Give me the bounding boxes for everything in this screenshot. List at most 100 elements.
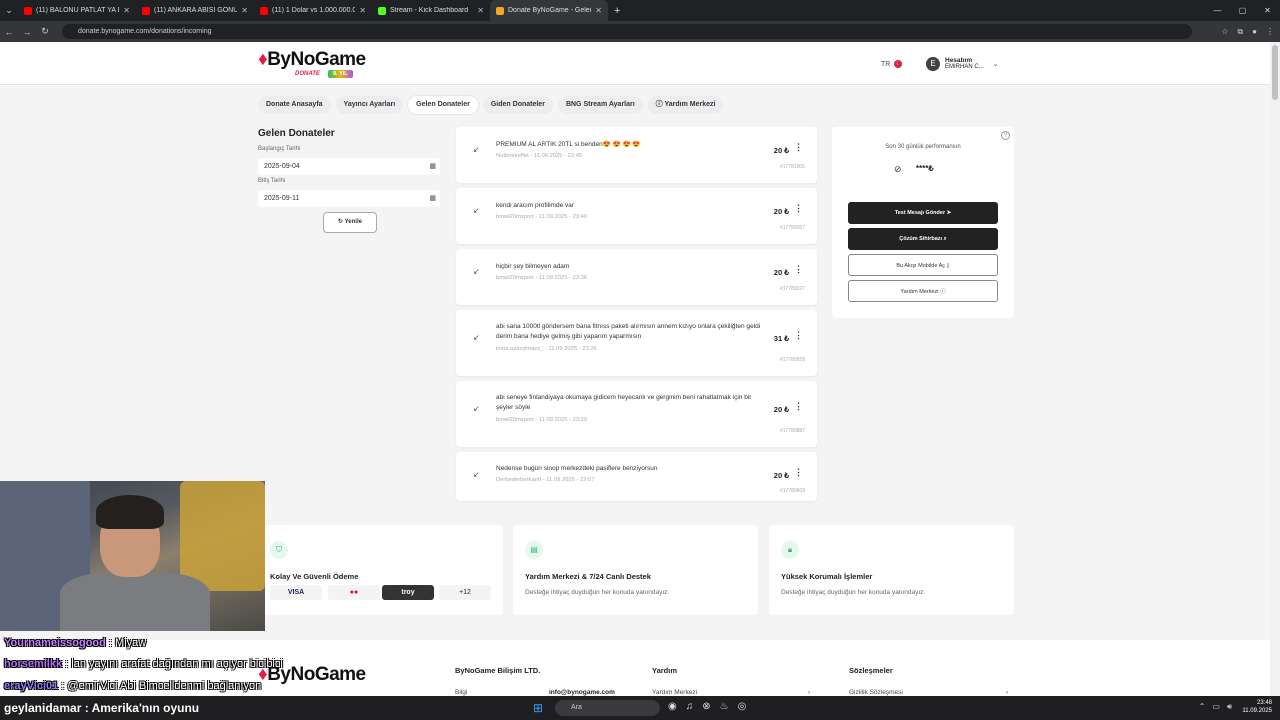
start-date-field[interactable]: 2025-09-04 ▦ xyxy=(258,158,440,175)
bynogame-logo[interactable]: ♦ByNoGame xyxy=(258,49,366,71)
window-controls: — ▢ ✕ xyxy=(1205,0,1280,21)
close-icon[interactable]: ✕ xyxy=(241,6,248,15)
footer-info-label: Bilgi xyxy=(455,689,468,696)
chevron-down-icon: ⌄ xyxy=(992,61,999,68)
calendar-icon[interactable]: ▦ xyxy=(429,190,436,207)
maximize-icon[interactable]: ▢ xyxy=(1230,0,1255,21)
refresh-label: Yenile xyxy=(344,219,362,225)
more-options-icon[interactable]: ⋮ xyxy=(794,401,803,412)
tray-expand-icon[interactable]: ⌃ xyxy=(1199,702,1206,712)
more-options-icon[interactable]: ⋮ xyxy=(794,330,803,341)
chat-username: Yournameissogood xyxy=(4,637,106,649)
browser-tab-4[interactable]: Stream - Kick Dashboard ✕ xyxy=(372,0,490,21)
page-title: Gelen Donateler xyxy=(258,128,335,139)
button-label: Yardım Merkezi xyxy=(900,289,939,295)
help-center-button[interactable]: Yardım Merkezi ⓘ xyxy=(848,280,998,302)
profile-icon[interactable]: ● xyxy=(1252,27,1257,36)
taskbar-clock[interactable]: 23:48 11.09.2025 xyxy=(1242,699,1272,715)
steam-icon[interactable]: ♨ xyxy=(720,701,729,712)
new-tab-button[interactable]: + xyxy=(608,5,626,17)
donation-id: #17781505 xyxy=(779,164,805,170)
star-icon[interactable]: ☆ xyxy=(1221,27,1228,36)
solution-wizard-button[interactable]: Çözüm Sihirbazı ⌕ xyxy=(848,228,998,250)
chrome-icon[interactable]: ◉ xyxy=(668,701,677,712)
refresh-button[interactable]: ↻ Yenile xyxy=(323,212,377,233)
donation-card[interactable]: ↙ hiçbir şey bilmeyen adam bmwl20msport … xyxy=(456,249,817,305)
tab-search-icon[interactable]: ⌄ xyxy=(0,5,18,16)
donation-card[interactable]: ↙ Nedense bugün sinop merkezdeki pasifle… xyxy=(456,452,817,501)
donation-amount: 31 ₺ xyxy=(773,334,789,343)
end-date-field[interactable]: 2025-09-11 ▦ xyxy=(258,190,440,207)
browser-tab-2[interactable]: (11) ANKARA ABİSİ GÖNÜL Z✕ xyxy=(136,0,254,21)
donation-message: kendi aracım profilimde var xyxy=(496,202,575,209)
url-field[interactable]: donate.bynogame.com/donations/incoming xyxy=(62,24,1192,39)
footer-help-link[interactable]: Yardım Merkezi xyxy=(652,689,697,696)
back-icon[interactable]: ← xyxy=(0,27,18,37)
spotify-icon[interactable]: ♫ xyxy=(686,701,694,712)
more-options-icon[interactable]: ⋮ xyxy=(794,142,803,153)
footer-email[interactable]: info@bynogame.com xyxy=(549,689,615,696)
scrollbar-thumb[interactable] xyxy=(1272,45,1278,100)
feature-title: Kolay Ve Güvenli Ödeme xyxy=(270,572,359,581)
avatar: E xyxy=(926,57,940,71)
tab-donate-home[interactable]: Donate Anasayfa xyxy=(258,96,331,114)
close-icon[interactable]: ✕ xyxy=(359,6,366,15)
phone-icon: ▯ xyxy=(945,263,950,269)
tab-help-center[interactable]: ⓘ Yardım Merkezi xyxy=(647,96,724,114)
more-options-icon[interactable]: ⋮ xyxy=(794,264,803,275)
tab-streamer-settings[interactable]: Yayıncı Ayarları xyxy=(335,96,404,114)
donation-message: abi seneye finlandiyaya okumaya gidicem … xyxy=(496,394,752,411)
help-icon[interactable]: ? xyxy=(1001,131,1010,140)
account-menu[interactable]: E Hesabım EMIRHAN C... ⌄ xyxy=(926,54,1014,74)
xbox-icon[interactable]: ⊗ xyxy=(702,701,710,712)
close-icon[interactable]: ✕ xyxy=(123,6,130,15)
donation-card[interactable]: ↙ abi sana 1000tl göndersem bana fitnıss… xyxy=(456,310,817,376)
close-icon[interactable]: ✕ xyxy=(595,6,602,15)
tab-title: (11) ANKARA ABİSİ GÖNÜL Z xyxy=(154,7,238,14)
minimize-icon[interactable]: — xyxy=(1205,0,1230,21)
windows-start-icon[interactable]: ⊞ xyxy=(533,701,543,715)
tab-bng-stream-settings[interactable]: BNG Stream Ayarları xyxy=(557,96,643,114)
close-icon[interactable]: ✕ xyxy=(477,6,484,15)
browser-tab-5[interactable]: Donate ByNoGame - Gelen/Gid ✕ xyxy=(490,0,608,21)
donation-meta: bmwl20msport - 11.09.2025 - 23:19 xyxy=(496,417,588,423)
turkey-flag-icon: ☾ xyxy=(894,60,903,68)
page-scrollbar[interactable] xyxy=(1270,42,1280,696)
hidden-earnings: ****₺ xyxy=(916,164,934,173)
send-test-message-button[interactable]: Test Mesajı Gönder ➤ xyxy=(848,202,998,224)
feature-card-security: 🔒︎ Yüksek Korumalı İşlemler Desteğe ihti… xyxy=(769,525,1014,615)
donation-card[interactable]: ↙ PREMIUM AL ARTIK 20TL si benden😍 😍 😍 😍… xyxy=(456,127,817,183)
language-selector[interactable]: TR ☾ xyxy=(881,60,903,68)
address-bar: ← → ↻ donate.bynogame.com/donations/inco… xyxy=(0,21,1280,42)
eye-off-icon[interactable]: ⊘ xyxy=(894,164,902,175)
performance-panel: ? Son 30 günlük performansın ⊘ ****₺ Tes… xyxy=(832,127,1014,318)
donation-meta: insta.ayazylmazz_ - 11.09.2025 - 23:26 xyxy=(496,346,597,352)
youtube-icon xyxy=(142,6,150,15)
taskbar-search[interactable]: Ara xyxy=(555,700,660,716)
chat-message: erayVici01 : @emirVici Abi Bimcelldenmi … xyxy=(4,680,261,692)
open-on-mobile-button[interactable]: Bu Akışı Mobilde Aç ▯ xyxy=(848,254,998,276)
footer-privacy-link[interactable]: Gizlilik Sözleşmesi xyxy=(849,689,903,696)
logo-sub: DONATE xyxy=(295,71,320,77)
forward-icon[interactable]: → xyxy=(18,27,36,37)
donation-card[interactable]: ↙ kendi aracım profilimde var bmwl20mspo… xyxy=(456,188,817,244)
tab-outgoing-donations[interactable]: Giden Donateler xyxy=(482,96,553,114)
network-icon[interactable]: ▭ xyxy=(1212,702,1220,712)
search-icon: ⌕ xyxy=(942,236,947,242)
reload-icon[interactable]: ↻ xyxy=(36,26,54,37)
browser-tab-1[interactable]: (11) BALONU PATLAT YA DA GE ✕ xyxy=(18,0,136,21)
bynogame-icon xyxy=(496,6,504,15)
browser-tab-3[interactable]: (11) 1 Dolar vs 1.000.000.000 D✕ xyxy=(254,0,372,21)
start-date-label: Başlangıç Tarihi xyxy=(258,146,301,152)
send-icon: ➤ xyxy=(945,210,952,216)
menu-icon[interactable]: ⋮ xyxy=(1266,27,1274,36)
close-window-icon[interactable]: ✕ xyxy=(1255,0,1280,21)
tab-incoming-donations[interactable]: Gelen Donateler xyxy=(408,96,478,114)
more-options-icon[interactable]: ⋮ xyxy=(794,203,803,214)
more-options-icon[interactable]: ⋮ xyxy=(794,467,803,478)
calendar-icon[interactable]: ▦ xyxy=(429,158,436,175)
volume-icon[interactable]: 🔊︎ xyxy=(1227,702,1232,712)
extensions-icon[interactable]: ⧉ xyxy=(1237,27,1243,37)
donation-card[interactable]: ↙ abi seneye finlandiyaya okumaya gidice… xyxy=(456,381,817,447)
obs-icon[interactable]: ◎ xyxy=(738,701,747,712)
